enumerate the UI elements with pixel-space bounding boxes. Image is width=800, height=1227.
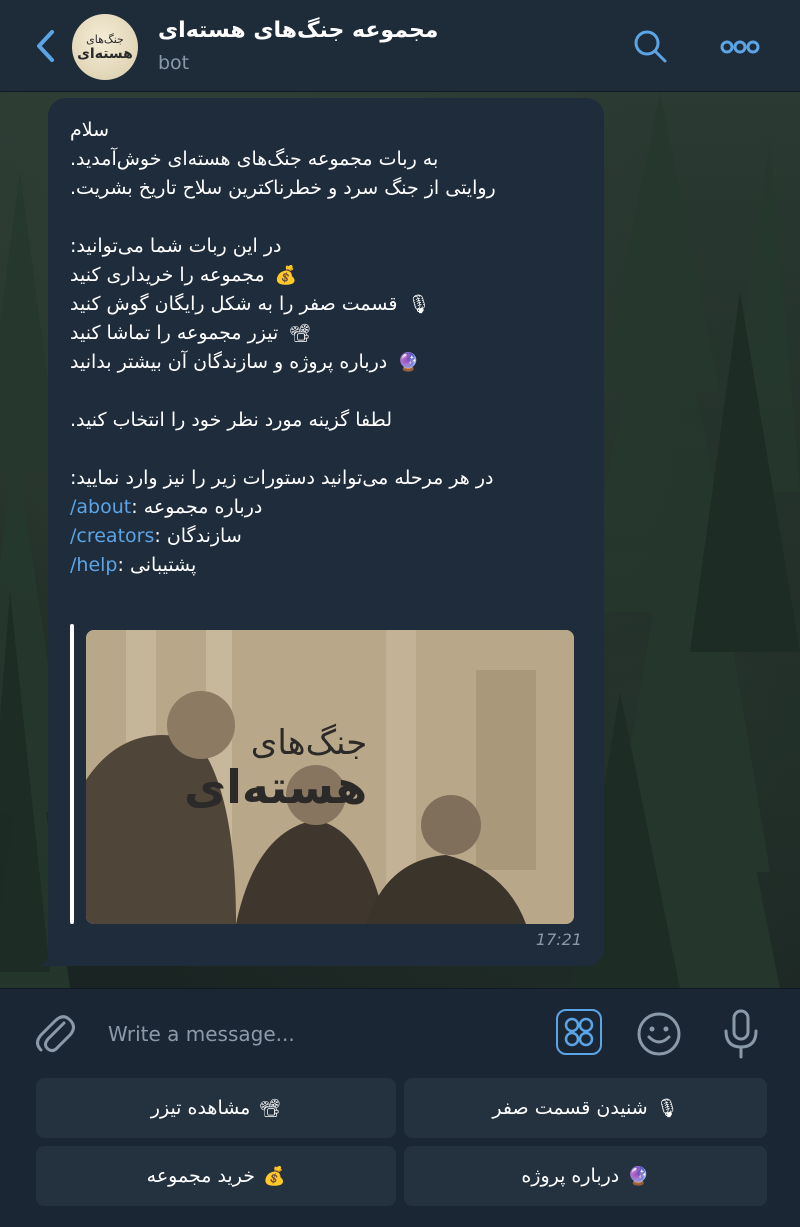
command-line-help: /help: پشتیبانی	[70, 554, 197, 576]
message-line-teaser: 📽 تیزر مجموعه را تماشا کنید	[70, 319, 582, 348]
emoji-button[interactable]	[634, 1009, 684, 1059]
more-options-button[interactable]	[718, 30, 762, 64]
chat-subtitle: bot	[158, 52, 190, 74]
button-label: مشاهده تیزر	[150, 1097, 251, 1119]
command-line-creators: /creators: سازندگان	[70, 525, 242, 547]
preview-logo-line1: جنگ‌های	[250, 723, 368, 763]
watch-teaser-button[interactable]: 📽 مشاهده تیزر	[36, 1078, 396, 1138]
money-bag-icon: 💰	[262, 1165, 286, 1187]
message-line: در هر مرحله می‌توانید دستورات زیر را نیز…	[70, 467, 494, 489]
preview-logo: جنگ‌های هسته‌ای	[184, 726, 367, 810]
avatar[interactable]: جنگ‌های هسته‌ای	[72, 14, 138, 80]
command-link-about[interactable]: /about	[70, 496, 131, 518]
message-line: سلام	[70, 119, 110, 141]
preview-accent-bar	[70, 624, 74, 924]
command-link-help[interactable]: /help	[70, 554, 117, 576]
chevron-left-icon	[37, 30, 54, 62]
command-line-about: /about: درباره مجموعه	[70, 496, 263, 518]
film-projector-icon: 📽	[258, 1097, 282, 1119]
voice-button[interactable]	[718, 1007, 764, 1061]
crystal-ball-icon: 🔮	[627, 1165, 650, 1187]
search-button[interactable]	[630, 26, 670, 66]
link-preview[interactable]: جنگ‌های هسته‌ای	[70, 624, 582, 924]
more-dots-icon	[720, 40, 760, 54]
chat-header: جنگ‌های هسته‌ای مجموعه جنگ‌های هسته‌ای b…	[0, 0, 800, 92]
chat-title[interactable]: مجموعه جنگ‌های هسته‌ای	[158, 18, 438, 43]
about-project-button[interactable]: 🔮 درباره پروژه	[404, 1146, 767, 1206]
money-bag-icon: 💰	[274, 265, 298, 286]
back-button[interactable]	[28, 24, 62, 68]
message-line-listen: 🎙 قسمت صفر را به شکل رایگان گوش کنید	[70, 290, 582, 319]
avatar-text-line1: جنگ‌های	[86, 32, 124, 46]
smiley-icon	[637, 1012, 681, 1056]
attach-button[interactable]	[30, 1009, 80, 1059]
message-input[interactable]	[108, 1013, 528, 1055]
button-label: خرید مجموعه	[146, 1165, 255, 1187]
message-text: سلام به ربات مجموعه جنگ‌های هسته‌ای خوش‌…	[70, 116, 582, 580]
preview-logo-line2: هسته‌ای	[184, 760, 368, 814]
paperclip-icon	[36, 1015, 75, 1053]
message-line: به ربات مجموعه جنگ‌های هسته‌ای خوش‌آمدید…	[70, 148, 439, 170]
message-line-about: 🔮 درباره پروژه و سازندگان آن بیشتر بدانی…	[70, 348, 582, 377]
chat-background: سلام به ربات مجموعه جنگ‌های هسته‌ای خوش‌…	[0, 92, 800, 988]
message-bubble[interactable]: سلام به ربات مجموعه جنگ‌های هسته‌ای خوش‌…	[48, 98, 604, 966]
command-link-creators[interactable]: /creators	[70, 525, 154, 547]
avatar-text-line2: هسته‌ای	[77, 45, 133, 62]
bot-keyboard-button[interactable]	[556, 1009, 602, 1055]
message-composer	[0, 988, 800, 1078]
button-label: شنیدن قسمت صفر	[492, 1097, 648, 1119]
microphone-icon	[724, 1009, 758, 1059]
buy-collection-button[interactable]: 💰 خرید مجموعه	[36, 1146, 396, 1206]
message-line: در این ربات شما می‌توانید:	[70, 235, 282, 257]
microphone-icon: 🎙	[655, 1097, 679, 1119]
button-label: درباره پروژه	[521, 1165, 620, 1187]
preview-image[interactable]: جنگ‌های هسته‌ای	[86, 630, 574, 924]
search-icon	[634, 30, 667, 63]
reply-keyboard: 🎙 شنیدن قسمت صفر 📽 مشاهده تیزر 🔮 درباره …	[0, 1078, 800, 1227]
microphone-icon: 🎙	[407, 294, 431, 315]
message-line-buy: 💰 مجموعه را خریداری کنید	[70, 261, 582, 290]
message-line: روایتی از جنگ سرد و خطرناکترین سلاح تاری…	[70, 177, 496, 199]
crystal-ball-icon: 🔮	[397, 352, 420, 373]
message-time: 17:21	[535, 930, 582, 949]
message-line: لطفا گزینه مورد نظر خود را انتخاب کنید.	[70, 409, 393, 431]
listen-episode-zero-button[interactable]: 🎙 شنیدن قسمت صفر	[404, 1078, 767, 1138]
keyboard-grid-icon	[564, 1017, 594, 1047]
film-projector-icon: 📽	[288, 323, 312, 344]
